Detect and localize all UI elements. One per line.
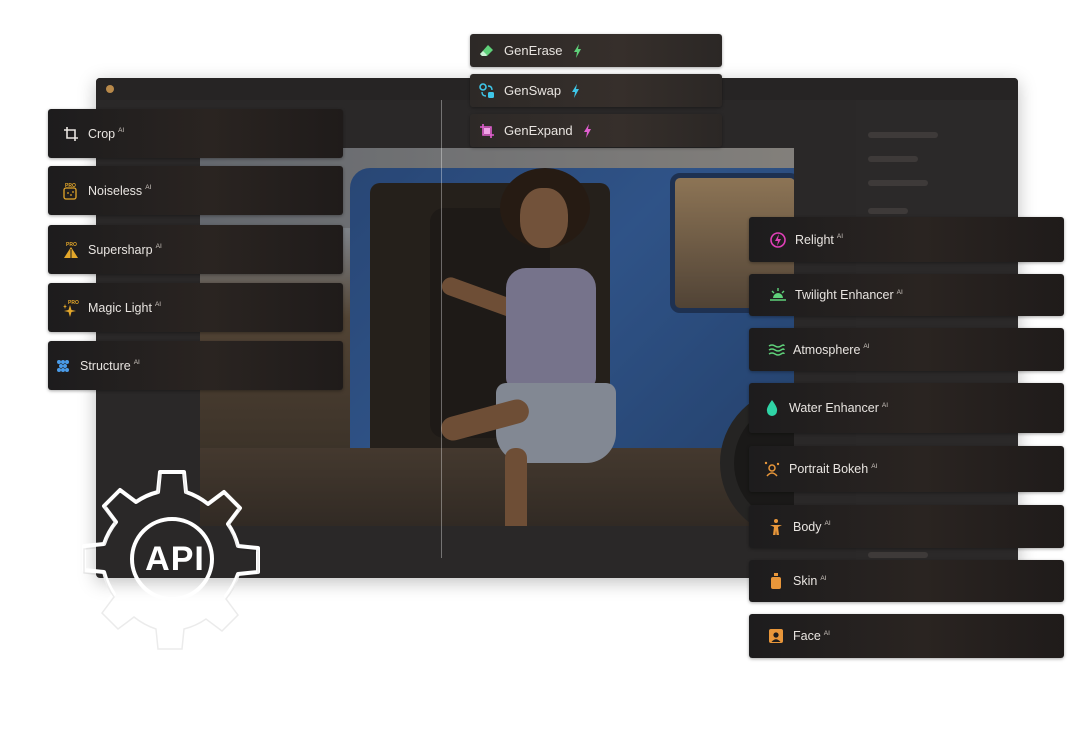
water-drop-icon: [763, 399, 781, 417]
tool-relight[interactable]: Relight AI: [749, 217, 1064, 262]
tool-label: GenExpand: [504, 123, 573, 138]
tool-atmosphere[interactable]: Atmosphere AI: [749, 328, 1064, 371]
skin-icon: [767, 572, 785, 590]
tool-label: GenSwap: [504, 83, 562, 98]
tool-label: Structure AI: [80, 358, 140, 373]
tool-label: Face AI: [793, 629, 830, 643]
tool-label: Body AI: [793, 519, 831, 534]
svg-text:PRO: PRO: [66, 242, 77, 248]
tool-crop[interactable]: Crop AI: [48, 109, 343, 158]
svg-text:PRO: PRO: [68, 300, 79, 306]
pro-sparkle-icon: PRO: [62, 299, 80, 317]
pro-supersharp-icon: PRO: [62, 241, 80, 259]
structure-icon: [54, 357, 72, 375]
tool-genexpand[interactable]: GenExpand: [470, 114, 722, 147]
tool-label: Crop AI: [88, 126, 125, 141]
tool-label: Portrait Bokeh AI: [789, 462, 878, 476]
expand-icon: [478, 122, 496, 140]
tool-label: Atmosphere AI: [793, 342, 870, 357]
tool-magic-light[interactable]: PRO Magic Light AI: [48, 283, 343, 332]
lightning-icon: [571, 83, 580, 98]
before-after-divider[interactable]: [441, 100, 442, 558]
swap-icon: [478, 82, 496, 100]
pro-noiseless-icon: PRO: [62, 182, 80, 200]
tool-label: Supersharp AI: [88, 242, 162, 257]
tool-skin[interactable]: Skin AI: [749, 560, 1064, 602]
portrait-bokeh-icon: [763, 460, 781, 478]
tool-water-enhancer[interactable]: Water Enhancer AI: [749, 383, 1064, 433]
tool-twilight-enhancer[interactable]: Twilight Enhancer AI: [749, 274, 1064, 316]
tool-generase[interactable]: GenErase: [470, 34, 722, 67]
tool-label: Water Enhancer AI: [789, 401, 889, 415]
relight-icon: [769, 231, 787, 249]
tool-label: Twilight Enhancer AI: [795, 288, 903, 302]
tool-label: GenErase: [504, 43, 563, 58]
tool-label: Relight AI: [795, 232, 844, 247]
api-badge: API: [80, 466, 264, 650]
crop-icon: [62, 125, 80, 143]
tool-face[interactable]: Face AI: [749, 614, 1064, 658]
twilight-icon: [769, 286, 787, 304]
face-icon: [767, 627, 785, 645]
tool-genswap[interactable]: GenSwap: [470, 74, 722, 107]
api-label: API: [145, 539, 205, 578]
tool-portrait-bokeh[interactable]: Portrait Bokeh AI: [749, 446, 1064, 492]
tool-label: Noiseless AI: [88, 183, 152, 198]
lightning-icon: [573, 43, 582, 58]
tool-body[interactable]: Body AI: [749, 505, 1064, 548]
tool-structure[interactable]: Structure AI: [48, 341, 343, 390]
lightning-icon: [583, 123, 592, 138]
eraser-icon: [478, 42, 496, 60]
tool-supersharp[interactable]: PRO Supersharp AI: [48, 225, 343, 274]
tool-label: Skin AI: [793, 574, 827, 588]
tool-label: Magic Light AI: [88, 300, 162, 315]
tool-noiseless[interactable]: PRO Noiseless AI: [48, 166, 343, 215]
atmosphere-icon: [767, 341, 785, 359]
app-logo-icon: [106, 85, 114, 93]
body-icon: [767, 518, 785, 536]
